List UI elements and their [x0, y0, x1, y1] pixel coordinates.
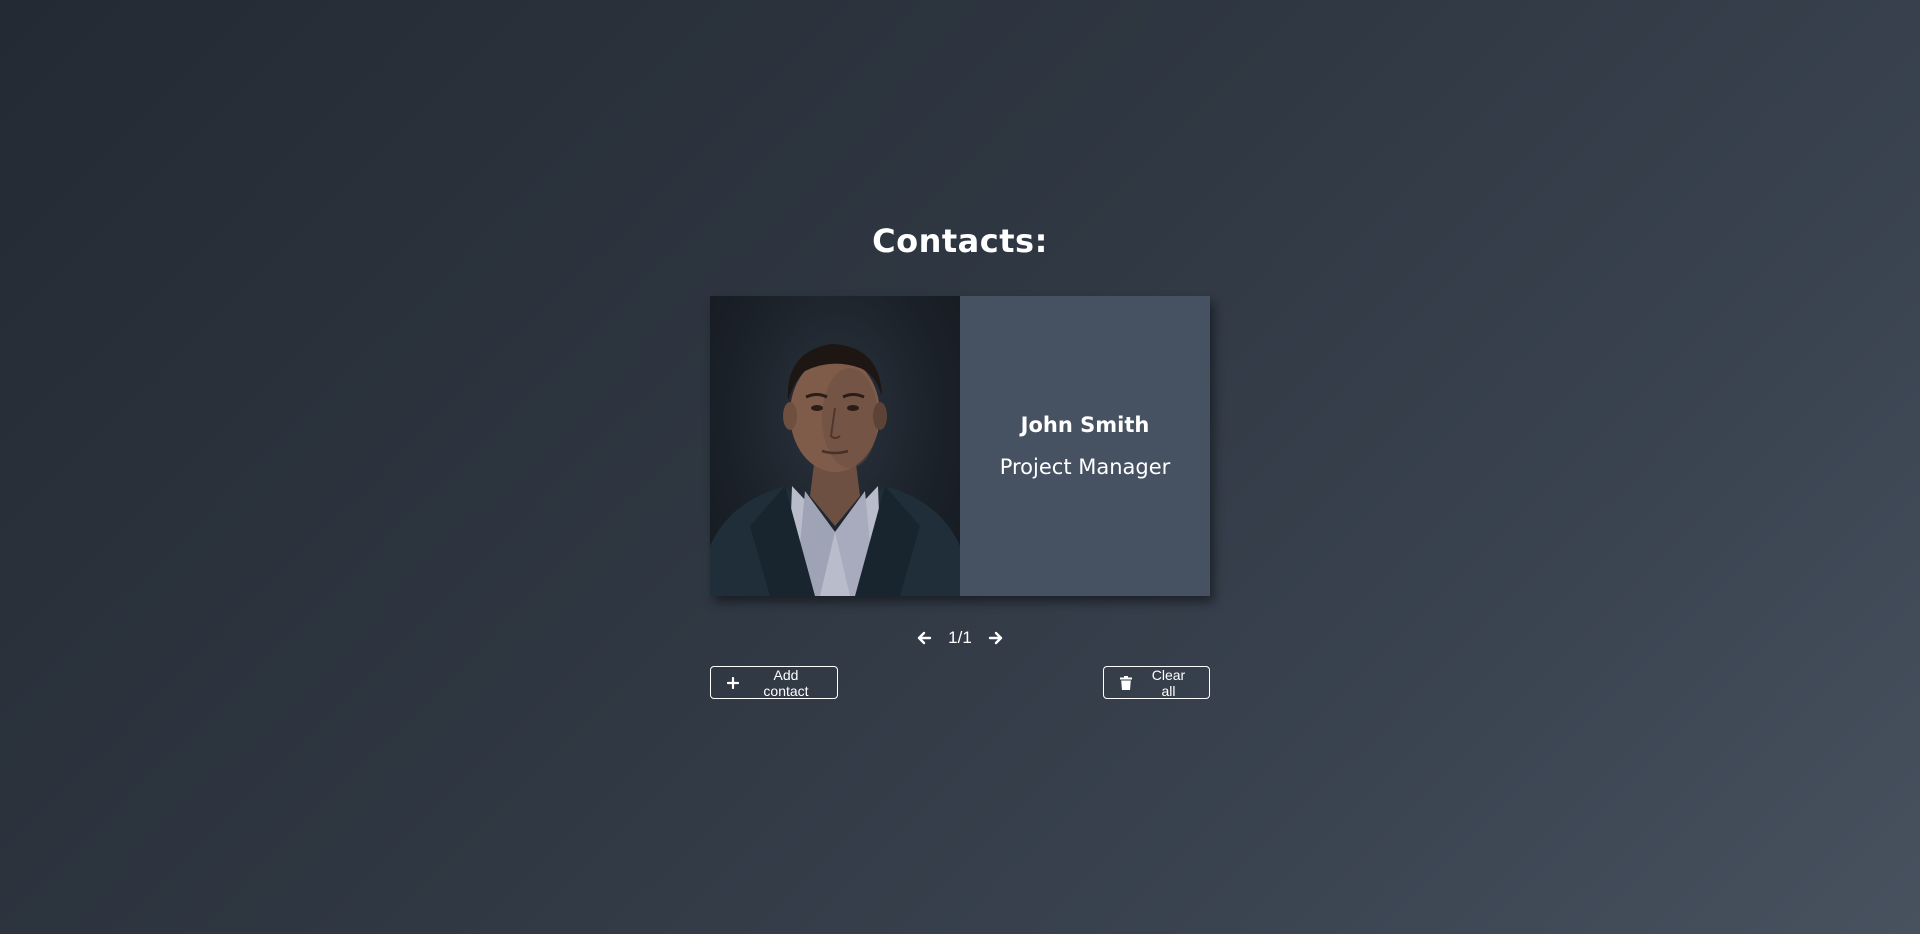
add-contact-button[interactable]: Add contact: [710, 666, 838, 699]
add-contact-label: Add contact: [763, 666, 809, 699]
next-button[interactable]: [986, 628, 1006, 648]
contact-role: Project Manager: [999, 455, 1171, 479]
page-indicator: 1/1: [948, 628, 972, 647]
prev-button[interactable]: [914, 628, 934, 648]
clear-all-label: Clear all: [1151, 666, 1186, 699]
plus-icon: [727, 676, 739, 689]
contact-card: John Smith Project Manager: [710, 296, 1210, 596]
pagination: 1/1: [0, 628, 1920, 648]
person-portrait-icon: [710, 344, 960, 596]
arrow-right-icon: [988, 631, 1003, 645]
contact-name: John Smith: [1020, 413, 1150, 437]
trash-icon: [1120, 675, 1132, 690]
contact-photo: [710, 296, 960, 596]
page-title: Contacts:: [872, 222, 1048, 260]
contact-info: John Smith Project Manager: [960, 296, 1210, 596]
clear-all-button[interactable]: Clear all: [1103, 666, 1210, 699]
arrow-left-icon: [917, 631, 932, 645]
